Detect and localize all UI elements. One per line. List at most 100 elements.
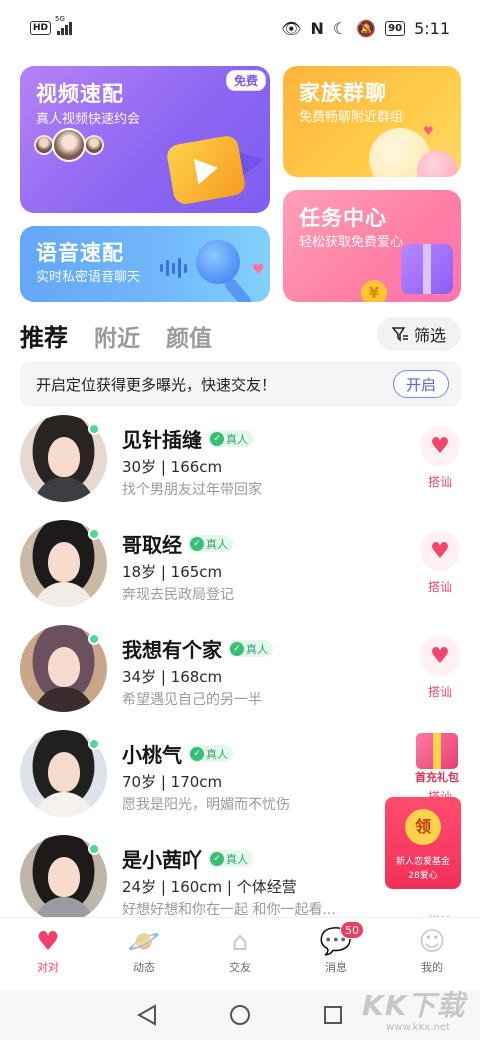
online-indicator — [88, 633, 100, 645]
verified-badge: ✓ 真人 — [188, 535, 233, 552]
list-item[interactable]: 哥取经 ✓ 真人 18岁 | 165cm 奔现去民政局登记 ♥ 搭讪 — [0, 515, 480, 620]
user-name: 是小茜吖 — [122, 848, 202, 872]
verified-label: 真人 — [226, 852, 248, 866]
check-icon: ✓ — [230, 641, 244, 656]
video-avatars — [34, 128, 104, 162]
enable-location-button[interactable]: 开启 — [393, 370, 449, 398]
verified-badge: ✓ 真人 — [208, 430, 253, 447]
task-center-card[interactable]: 任务中心 轻松获取免费爱心 ¥ — [283, 190, 461, 302]
nav-profile[interactable]: ☺ 我的 — [396, 918, 468, 990]
family-chat-card[interactable]: 家族群聊 免费畅聊附近群组 ♥ — [283, 66, 461, 177]
filter-button[interactable]: 筛选 — [377, 317, 461, 351]
verified-label: 真人 — [206, 537, 228, 551]
nav-friends[interactable]: ⌂ 交友 — [204, 918, 276, 990]
filter-icon — [391, 327, 408, 342]
heart-icon: ♥ — [420, 636, 460, 676]
red-packet-line1: 新人恋爱基金 — [395, 857, 450, 867]
user-motto: 愿我是阳光，明媚而不忧伤 — [122, 797, 290, 813]
nav-label: 对对 — [37, 961, 59, 974]
heart-icon: ♥ — [423, 124, 434, 138]
user-name: 小桃气 — [122, 743, 182, 767]
greet-button[interactable]: ♥ 搭讪 — [418, 426, 462, 490]
verified-label: 真人 — [226, 432, 248, 446]
bottom-nav: ♥ 对对 🪐 动态 ⌂ 交友 💬 50 消息 ☺ 我的 — [0, 918, 480, 990]
tab-nearby[interactable]: 附近 — [94, 319, 140, 353]
user-motto: 奔现去民政局登记 — [122, 587, 234, 603]
list-item[interactable]: 见针插缝 ✓ 真人 30岁 | 166cm 找个男朋友过年带回家 ♥ 搭讪 — [0, 410, 480, 515]
avatar — [34, 135, 54, 155]
red-packet-line2: 28爱心 — [408, 871, 438, 881]
user-name: 哥取经 — [122, 533, 182, 557]
unread-badge: 50 — [340, 921, 364, 939]
online-indicator — [88, 423, 100, 435]
free-badge: 免费 — [225, 70, 266, 91]
avatar — [84, 135, 104, 155]
clock: 5:11 — [414, 18, 450, 38]
user-name: 我想有个家 — [122, 638, 222, 662]
family-chat-title: 家族群聊 — [299, 81, 387, 105]
nav-messages[interactable]: 💬 50 消息 — [300, 918, 372, 990]
greet-label: 搭讪 — [427, 685, 452, 699]
user-info: 24岁 | 160cm | 个体经营 — [122, 878, 297, 896]
nav-label: 我的 — [421, 961, 443, 974]
status-bar: HD 5G 👁 N ☾ 🔕 90 5:11 — [0, 0, 480, 56]
user-motto: 希望遇见自己的另一半 — [122, 692, 262, 708]
online-indicator — [88, 738, 100, 750]
eye-icon: 👁 — [281, 18, 302, 38]
user-motto: 好想好想和你在一起 和你一起看... — [122, 902, 336, 918]
verified-badge: ✓ 真人 — [208, 850, 253, 867]
voice-match-subtitle: 实时私密语音聊天 — [36, 270, 141, 285]
watermark-logo: KK下载 — [362, 989, 466, 1022]
tab-recommend[interactable]: 推荐 — [20, 318, 68, 353]
avatar-face — [48, 542, 80, 582]
home-circle-icon[interactable] — [228, 1003, 252, 1027]
user-name: 见针插缝 — [122, 428, 202, 452]
online-indicator — [88, 843, 100, 855]
heart-icon: ♥ — [252, 262, 265, 278]
check-icon: ✓ — [190, 746, 204, 761]
nav-label: 消息 — [325, 961, 347, 974]
user-info: 34岁 | 168cm — [122, 668, 223, 686]
coin-icon: ¥ — [361, 280, 387, 302]
voice-match-card[interactable]: 语音速配 实时私密语音聊天 ♥ — [20, 226, 270, 302]
nfc-icon: N — [310, 18, 324, 38]
name-line: 我想有个家 ✓ 真人 — [122, 634, 273, 663]
avatar-face — [48, 857, 80, 897]
greet-label: 搭讪 — [427, 475, 452, 489]
feed-tabs: 推荐 附近 颜值 — [20, 318, 212, 353]
online-indicator — [88, 528, 100, 540]
video-match-card[interactable]: 视频速配 真人视频快速约会 免费 — [20, 66, 270, 213]
nav-label: 动态 — [133, 961, 155, 974]
sound-wave-icon — [160, 258, 187, 278]
avatar-face — [48, 437, 80, 477]
greet-button[interactable]: ♥ 搭讪 — [418, 531, 462, 595]
tab-looks[interactable]: 颜值 — [166, 319, 212, 353]
verified-badge: ✓ 真人 — [188, 745, 233, 762]
user-motto: 找个男朋友过年带回家 — [122, 482, 262, 498]
nav-pairing[interactable]: ♥ 对对 — [12, 918, 84, 990]
recents-icon[interactable] — [321, 1003, 345, 1027]
filter-label: 筛选 — [413, 326, 446, 345]
greet-button[interactable]: ♥ 搭讪 — [418, 636, 462, 700]
location-banner: 开启定位获得更多曝光，快速交友！ 开启 — [20, 361, 461, 407]
red-packet-button[interactable]: 领 新人恋爱基金 28爱心 — [385, 797, 461, 889]
name-line: 小桃气 ✓ 真人 — [122, 739, 233, 768]
list-item[interactable]: 我想有个家 ✓ 真人 34岁 | 168cm 希望遇见自己的另一半 ♥ 搭讪 — [0, 620, 480, 725]
greet-label: 搭讪 — [427, 580, 452, 594]
chat-bubble-icon — [417, 150, 457, 177]
avatar-face — [48, 647, 80, 687]
voice-match-title: 语音速配 — [36, 241, 124, 265]
hd-indicator: HD — [30, 21, 52, 35]
avatar-face — [48, 752, 80, 792]
first-recharge-gift-button[interactable]: 首充礼包 — [408, 729, 466, 785]
claim-icon: 领 — [405, 809, 441, 845]
check-icon: ✓ — [210, 431, 224, 446]
user-info: 30岁 | 166cm — [122, 458, 223, 476]
task-center-subtitle: 轻松获取免费爱心 — [299, 235, 404, 250]
planet-icon: 🪐 — [127, 927, 161, 957]
back-icon[interactable] — [135, 1003, 159, 1027]
watermark-url: www.kkx.net — [386, 1022, 450, 1033]
nav-moments[interactable]: 🪐 动态 — [108, 918, 180, 990]
moon-icon: ☾ — [332, 18, 348, 38]
play-icon — [193, 155, 221, 185]
